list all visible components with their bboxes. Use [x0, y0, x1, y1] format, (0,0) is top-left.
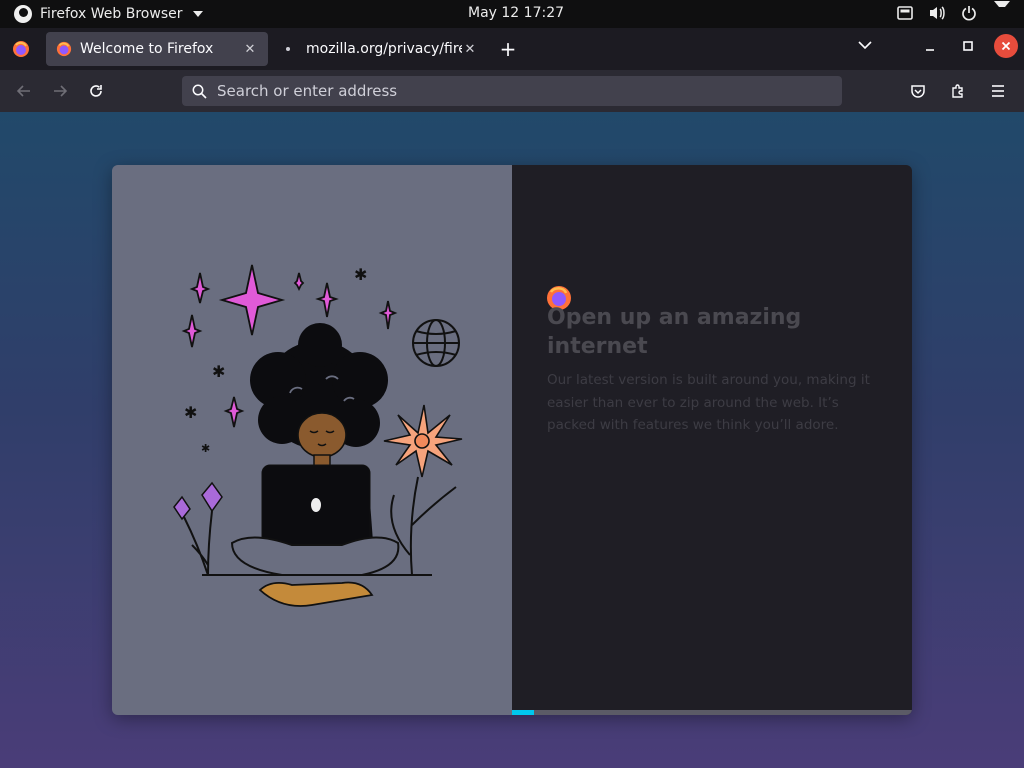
power-icon[interactable] [960, 4, 978, 22]
onboarding-headline: Open up an amazing internet [547, 305, 802, 359]
app-menu[interactable]: Firefox Web Browser [14, 5, 203, 23]
extensions-button[interactable] [944, 77, 972, 105]
svg-text:✱: ✱ [354, 265, 367, 284]
maximize-button[interactable] [956, 34, 980, 58]
pocket-button[interactable] [904, 77, 932, 105]
volume-icon[interactable] [928, 4, 946, 22]
progress-track [512, 710, 912, 715]
screen-icon[interactable] [896, 4, 914, 22]
app-menu-button[interactable] [984, 77, 1012, 105]
caret-down-icon[interactable] [992, 1, 1010, 22]
page-content: ✱ ✱ ✱ ✱ Open up an amazing internet Our … [0, 112, 1024, 768]
list-all-tabs-button[interactable] [854, 34, 876, 56]
hamburger-icon [992, 85, 1004, 97]
tab-title: mozilla.org/privacy/firefox [306, 41, 462, 57]
minimize-button[interactable] [918, 34, 942, 58]
firefox-logo-icon [13, 41, 29, 57]
app-name: Firefox Web Browser [40, 6, 183, 22]
text-panel: Open up an amazing internet Our latest v… [512, 165, 912, 715]
arrow-right-icon [54, 85, 68, 97]
svg-text:✱: ✱ [212, 362, 225, 381]
minimize-icon [926, 49, 934, 51]
navigation-toolbar [0, 70, 1024, 112]
tab-title: Welcome to Firefox [80, 41, 214, 57]
tab-close-icon[interactable]: ✕ [242, 41, 258, 57]
onboarding-dialog: ✱ ✱ ✱ ✱ Open up an amazing internet Our … [112, 165, 912, 715]
svg-text:✱: ✱ [201, 442, 210, 455]
address-bar[interactable] [182, 76, 842, 106]
forward-button[interactable] [46, 77, 74, 105]
arrow-left-icon [16, 85, 30, 97]
svg-text:✱: ✱ [184, 403, 197, 422]
system-tray[interactable] [896, 1, 1010, 22]
chevron-down-icon [858, 40, 872, 49]
tab-strip: Welcome to Firefox ✕ mozilla.org/privacy… [0, 28, 1024, 70]
tab-privacy[interactable]: mozilla.org/privacy/firefox ✕ [272, 32, 488, 66]
tab-welcome[interactable]: Welcome to Firefox ✕ [46, 32, 268, 66]
woman-with-laptop-illustration: ✱ ✱ ✱ ✱ [173, 264, 463, 607]
onboarding-subtext: Our latest version is built around you, … [547, 372, 870, 433]
firefox-favicon-icon [56, 41, 72, 57]
new-tab-button[interactable]: + [494, 35, 522, 63]
clock[interactable]: May 12 17:27 [468, 5, 564, 21]
reload-icon [90, 85, 102, 97]
window-controls [918, 34, 1018, 58]
maximize-icon [963, 41, 973, 51]
tab-close-icon[interactable]: ✕ [462, 41, 478, 57]
back-button[interactable] [10, 77, 38, 105]
illustration-panel: ✱ ✱ ✱ ✱ [112, 165, 512, 715]
firefox-app-icon [14, 5, 32, 23]
search-icon [192, 84, 207, 99]
close-icon [1001, 41, 1011, 51]
search-input[interactable] [215, 81, 819, 101]
firefox-view-button[interactable] [4, 32, 38, 66]
reload-button[interactable] [82, 77, 110, 105]
tab-loading-dot-icon [286, 47, 290, 51]
progress-fill [512, 710, 534, 715]
gnome-top-bar: Firefox Web Browser May 12 17:27 [0, 0, 1024, 28]
caret-down-icon [192, 11, 203, 17]
pocket-icon [911, 85, 925, 98]
puzzle-icon [952, 84, 963, 98]
close-window-button[interactable] [994, 34, 1018, 58]
